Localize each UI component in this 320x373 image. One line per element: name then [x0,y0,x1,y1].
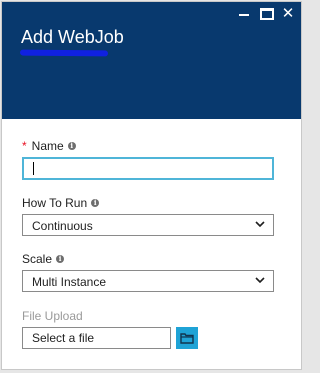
how-to-run-label: How To Run i [22,196,100,210]
info-icon[interactable]: i [56,255,65,263]
blade-title: Add WebJob [21,27,124,47]
name-label: * Name i [22,139,76,153]
maximize-icon[interactable] [260,8,274,20]
scale-dropdown[interactable]: Multi Instance [22,270,274,292]
folder-icon [180,333,194,344]
how-to-run-label-text: How To Run [22,196,88,210]
file-upload-input[interactable]: Select a file [22,327,171,349]
minimize-icon[interactable] [238,8,250,20]
how-to-run-selected: Continuous [32,219,93,233]
info-icon[interactable]: i [91,199,100,207]
info-icon[interactable]: i [67,142,76,150]
add-webjob-blade: Add WebJob ✕ * Name i How To Run i Conti… [1,1,302,370]
blade-header: Add WebJob ✕ [2,2,301,119]
how-to-run-dropdown[interactable]: Continuous [22,214,274,236]
close-icon[interactable]: ✕ [281,6,295,21]
scale-label: Scale i [22,252,65,266]
file-upload-label: File Upload [22,309,83,323]
required-marker: * [22,139,27,153]
chevron-down-icon [255,221,265,228]
redaction-scribble [19,49,109,57]
scale-selected: Multi Instance [32,275,107,289]
name-label-text: Name [31,139,64,153]
chevron-down-icon [255,277,265,284]
file-upload-label-text: File Upload [22,309,83,323]
text-caret [33,162,34,175]
file-upload-placeholder: Select a file [32,331,95,345]
scale-label-text: Scale [22,252,53,266]
browse-file-button[interactable] [176,327,198,349]
name-input[interactable] [22,157,274,180]
